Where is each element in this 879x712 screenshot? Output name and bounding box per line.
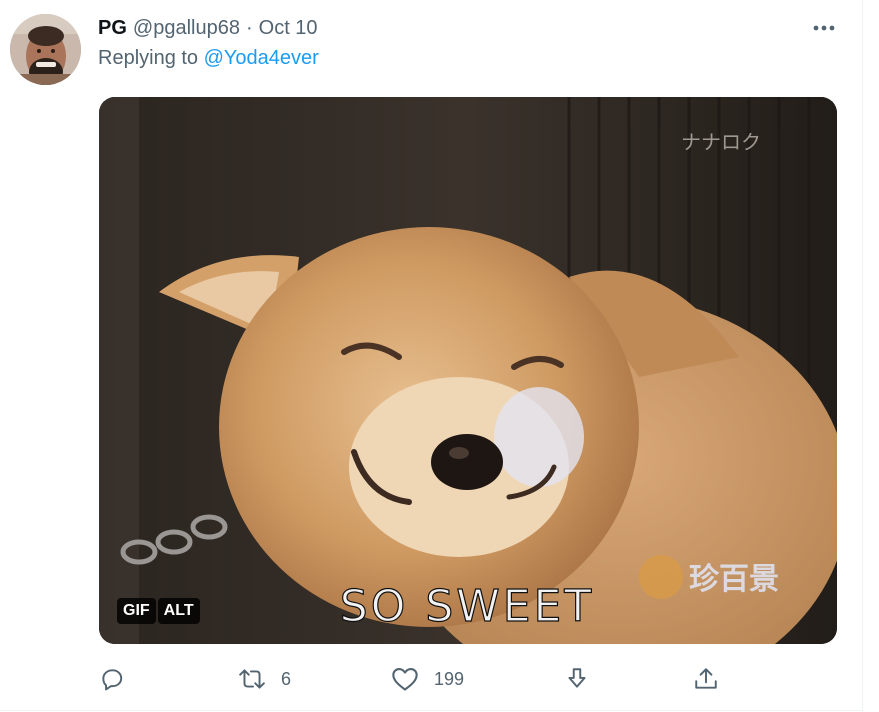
replying-to: Replying to @Yoda4ever <box>98 47 319 70</box>
replying-handle-link[interactable]: @Yoda4ever <box>204 47 319 69</box>
gif-caption: SO SWEET <box>340 581 594 632</box>
reply-button[interactable] <box>99 662 125 696</box>
like-button[interactable]: 199 <box>391 662 464 696</box>
gif-media[interactable]: ナナロク 珍百景 SO SWEET <box>99 97 837 644</box>
tweet-divider <box>0 710 862 711</box>
avatar[interactable] <box>10 14 81 85</box>
replying-prefix: Replying to <box>98 47 199 69</box>
download-icon <box>564 666 590 692</box>
separator-dot: · <box>245 16 253 39</box>
more-button[interactable] <box>808 14 840 42</box>
like-count: 199 <box>434 668 465 689</box>
media-badges: GIF ALT <box>117 598 200 624</box>
share-icon <box>693 666 719 692</box>
retweet-button[interactable]: 6 <box>238 662 291 696</box>
avatar-image <box>10 14 81 85</box>
author-name[interactable]: PG <box>98 17 127 40</box>
watermark-bottom: 珍百景 <box>689 562 779 597</box>
column-divider <box>862 0 863 712</box>
save-button[interactable] <box>564 662 590 696</box>
more-horizontal-icon <box>813 25 835 31</box>
gif-badge[interactable]: GIF <box>117 598 156 624</box>
author-handle[interactable]: @pgallup68 <box>133 17 240 40</box>
alt-badge[interactable]: ALT <box>157 598 200 624</box>
retweet-icon <box>238 666 266 692</box>
heart-icon <box>391 666 419 692</box>
watermark-top: ナナロク <box>681 130 761 154</box>
reply-icon <box>99 666 125 692</box>
tweet-actions: 6 199 <box>0 662 862 696</box>
tweet-date[interactable]: Oct 10 <box>259 17 318 40</box>
retweet-count: 6 <box>281 668 292 689</box>
gif-image: ナナロク 珍百景 SO SWEET <box>99 97 837 644</box>
tweet-header: PG @pgallup68 · Oct 10 <box>98 14 318 42</box>
share-button[interactable] <box>693 662 719 696</box>
